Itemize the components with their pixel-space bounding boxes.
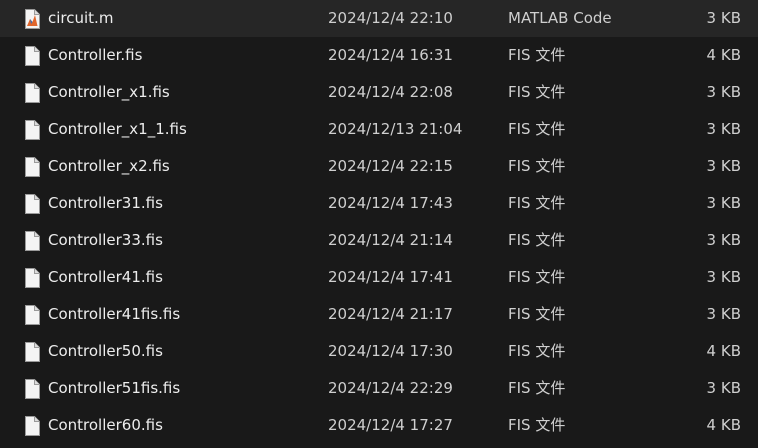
document-file-icon	[24, 37, 40, 74]
file-date-modified: 2024/12/4 22:29	[328, 379, 453, 397]
document-file-icon	[24, 370, 40, 407]
file-type: FIS 文件	[508, 416, 566, 434]
file-size: 3 KB	[706, 194, 741, 212]
file-name: Controller33.fis	[48, 231, 163, 249]
file-row[interactable]: Controller51fis.fis 2024/12/4 22:29 FIS …	[0, 370, 758, 407]
file-size: 3 KB	[706, 120, 741, 138]
document-file-icon	[24, 222, 40, 259]
file-name: Controller41fis.fis	[48, 305, 181, 323]
file-row[interactable]: circuit.m 2024/12/4 22:10 MATLAB Code 3 …	[0, 0, 758, 37]
file-type: FIS 文件	[508, 342, 566, 360]
file-date-modified: 2024/12/13 21:04	[328, 120, 463, 138]
file-date-modified: 2024/12/4 17:41	[328, 268, 453, 286]
file-type: FIS 文件	[508, 305, 566, 323]
document-file-icon	[24, 185, 40, 222]
document-file-icon	[24, 333, 40, 370]
file-name: Controller_x1_1.fis	[48, 120, 187, 138]
document-file-icon	[24, 259, 40, 296]
file-size: 3 KB	[706, 157, 741, 175]
file-size: 3 KB	[706, 305, 741, 323]
file-row[interactable]: Controller50.fis 2024/12/4 17:30 FIS 文件 …	[0, 333, 758, 370]
file-name: Controller.fis	[48, 46, 143, 64]
file-type: FIS 文件	[508, 120, 566, 138]
file-name: Controller41.fis	[48, 268, 163, 286]
file-date-modified: 2024/12/4 17:30	[328, 342, 453, 360]
document-file-icon	[24, 74, 40, 111]
file-size: 3 KB	[706, 268, 741, 286]
file-name: Controller31.fis	[48, 194, 163, 212]
file-row[interactable]: Controller33.fis 2024/12/4 21:14 FIS 文件 …	[0, 222, 758, 259]
file-type: FIS 文件	[508, 194, 566, 212]
file-type: MATLAB Code	[508, 9, 612, 27]
file-date-modified: 2024/12/4 22:15	[328, 157, 453, 175]
file-size: 4 KB	[706, 342, 741, 360]
file-size: 3 KB	[706, 83, 741, 101]
file-date-modified: 2024/12/4 22:08	[328, 83, 453, 101]
file-date-modified: 2024/12/4 17:27	[328, 416, 453, 434]
file-type: FIS 文件	[508, 268, 566, 286]
document-file-icon	[24, 407, 40, 444]
file-row[interactable]: Controller41.fis 2024/12/4 17:41 FIS 文件 …	[0, 259, 758, 296]
file-name: Controller50.fis	[48, 342, 163, 360]
matlab-file-icon	[24, 0, 40, 37]
file-date-modified: 2024/12/4 21:14	[328, 231, 453, 249]
file-row[interactable]: Controller60.fis 2024/12/4 17:27 FIS 文件 …	[0, 407, 758, 444]
file-type: FIS 文件	[508, 83, 566, 101]
file-date-modified: 2024/12/4 17:43	[328, 194, 453, 212]
file-size: 4 KB	[706, 46, 741, 64]
file-size: 4 KB	[706, 416, 741, 434]
document-file-icon	[24, 296, 40, 333]
file-name: Controller51fis.fis	[48, 379, 181, 397]
file-type: FIS 文件	[508, 157, 566, 175]
file-row[interactable]: Controller31.fis 2024/12/4 17:43 FIS 文件 …	[0, 185, 758, 222]
document-file-icon	[24, 148, 40, 185]
file-list: circuit.m 2024/12/4 22:10 MATLAB Code 3 …	[0, 0, 758, 448]
file-size: 3 KB	[706, 379, 741, 397]
file-name: Controller_x1.fis	[48, 83, 170, 101]
file-date-modified: 2024/12/4 22:10	[328, 9, 453, 27]
file-date-modified: 2024/12/4 21:17	[328, 305, 453, 323]
document-file-icon	[24, 111, 40, 148]
file-date-modified: 2024/12/4 16:31	[328, 46, 453, 64]
file-size: 3 KB	[706, 9, 741, 27]
file-type: FIS 文件	[508, 231, 566, 249]
file-row[interactable]: Controller_x1_1.fis 2024/12/13 21:04 FIS…	[0, 111, 758, 148]
file-type: FIS 文件	[508, 46, 566, 64]
file-name: Controller_x2.fis	[48, 157, 170, 175]
file-row[interactable]: Controller_x2.fis 2024/12/4 22:15 FIS 文件…	[0, 148, 758, 185]
file-size: 3 KB	[706, 231, 741, 249]
file-row[interactable]: Controller_x1.fis 2024/12/4 22:08 FIS 文件…	[0, 74, 758, 111]
file-row[interactable]: Controller.fis 2024/12/4 16:31 FIS 文件 4 …	[0, 37, 758, 74]
file-name: circuit.m	[48, 9, 114, 27]
file-type: FIS 文件	[508, 379, 566, 397]
file-name: Controller60.fis	[48, 416, 163, 434]
file-row[interactable]: Controller41fis.fis 2024/12/4 21:17 FIS …	[0, 296, 758, 333]
